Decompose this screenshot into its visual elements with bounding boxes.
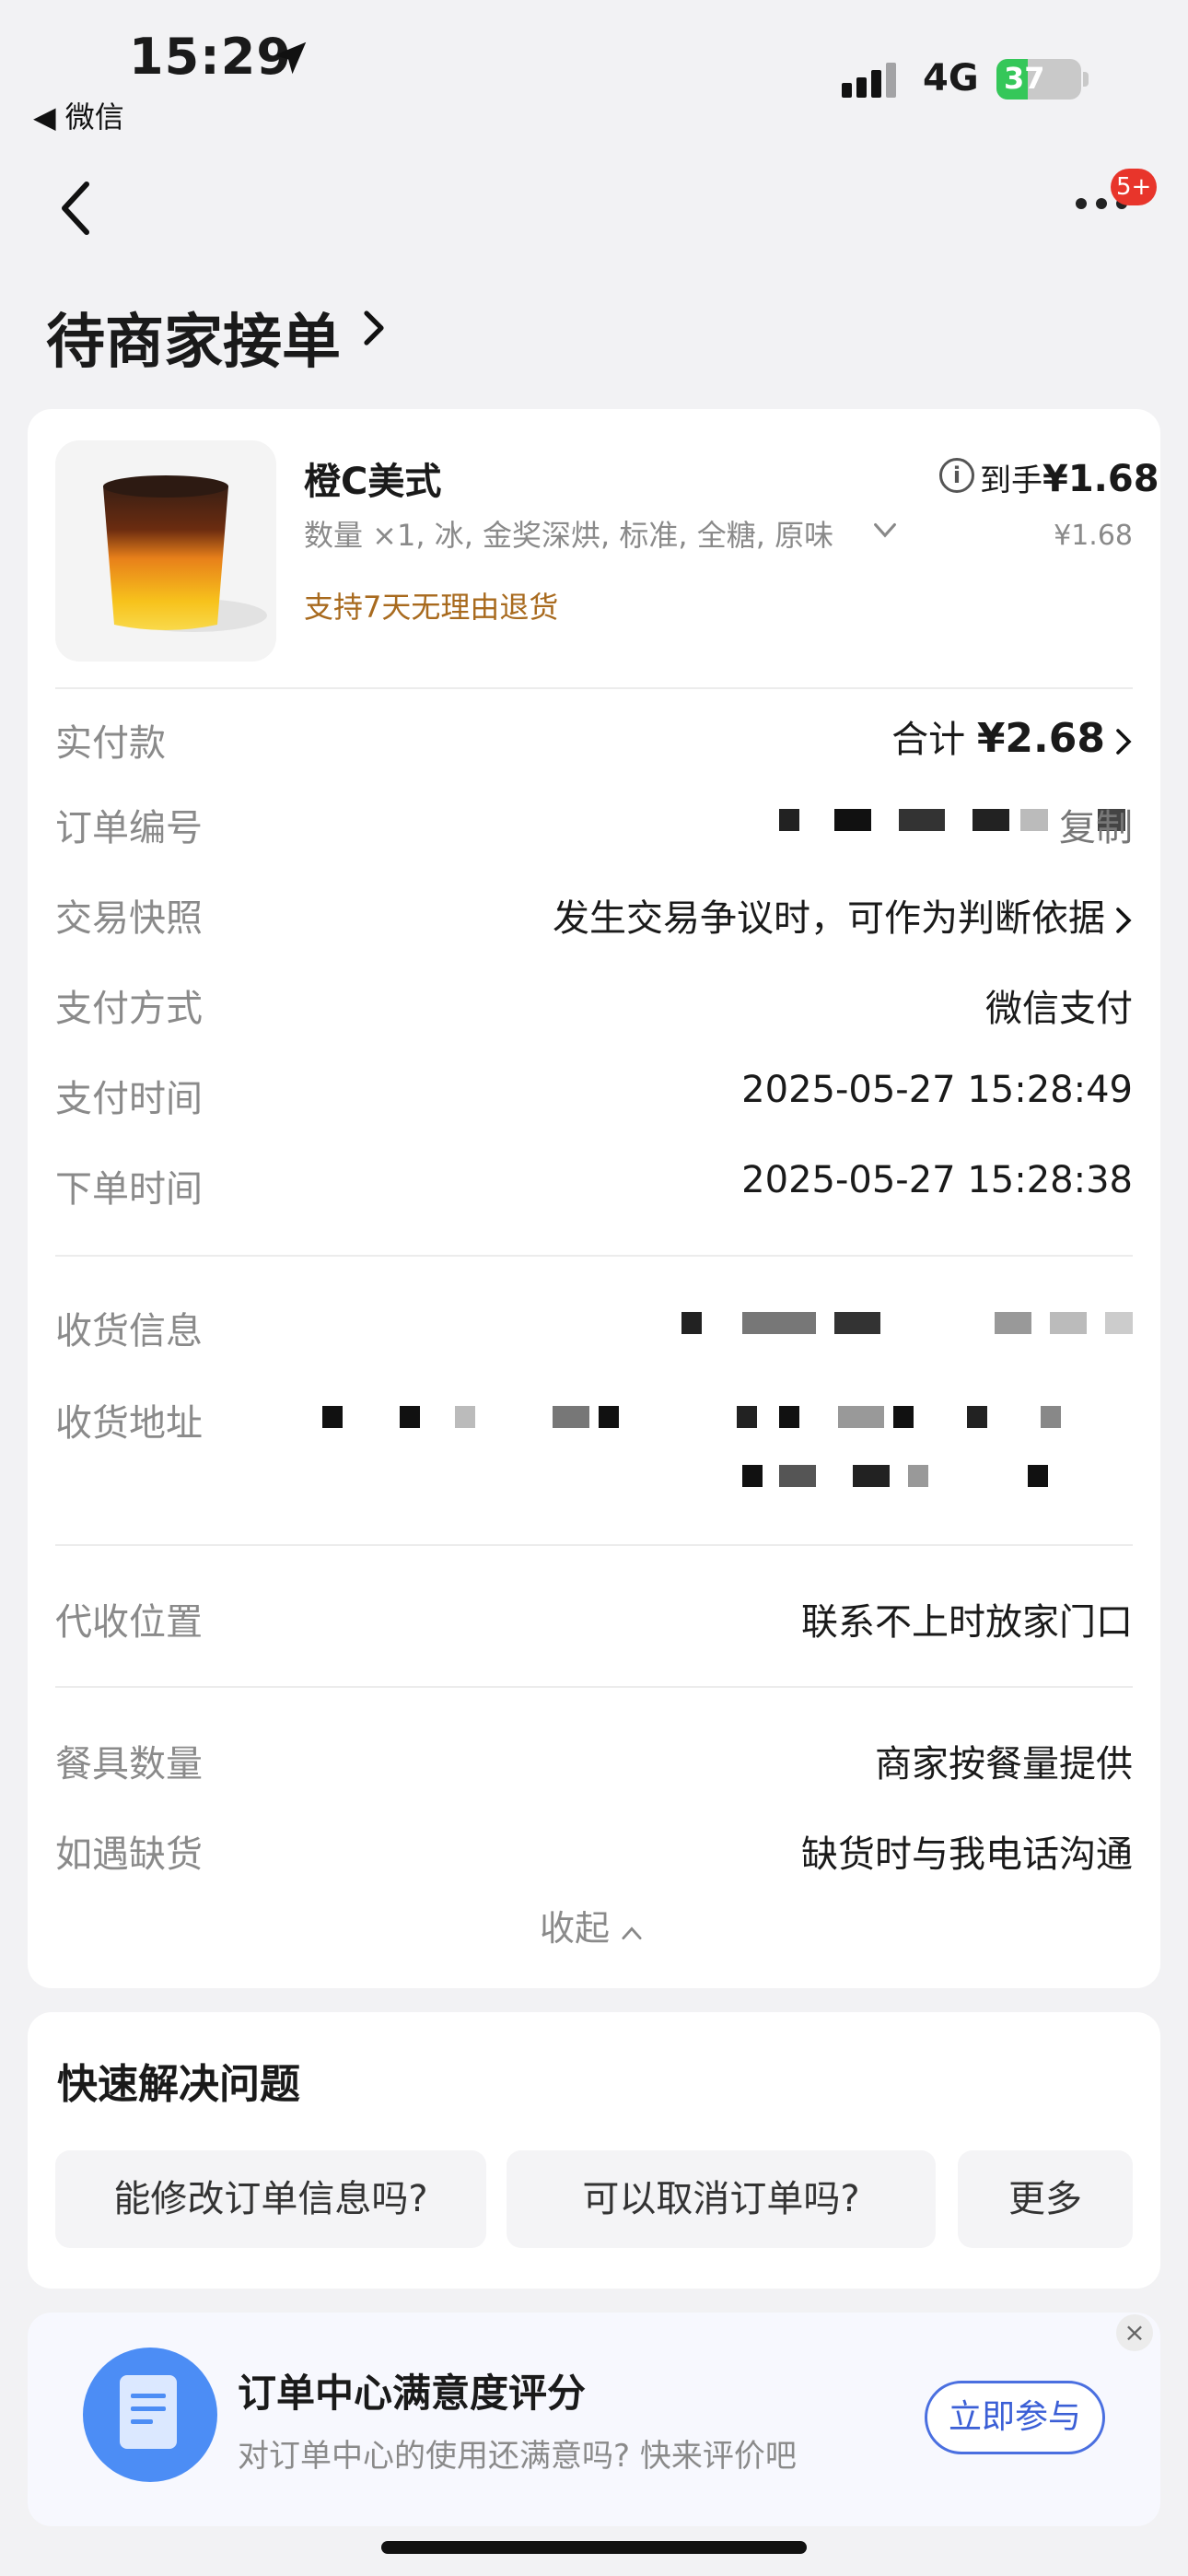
paid-total[interactable]: 合计 ¥2.68 [891, 709, 1133, 763]
redacted-address-line-2 [737, 1465, 1133, 1487]
back-to-app-link[interactable]: ◀ 微信 [33, 94, 124, 136]
snapshot-link[interactable]: 发生交易争议时，可作为判断依据 [553, 888, 1133, 942]
status-time: 15:29 [129, 28, 292, 86]
chip-cancel-order[interactable]: 可以取消订单吗? [507, 2150, 936, 2248]
pay-method-value: 微信支付 [985, 988, 1133, 1030]
utensils-value: 商家按餐量提供 [875, 1743, 1133, 1786]
pay-method-label: 支付方式 [55, 988, 203, 1030]
signal-icon [842, 63, 901, 98]
snapshot-label: 交易快照 [55, 897, 203, 940]
document-icon [83, 2348, 217, 2482]
chevron-right-icon [1116, 907, 1132, 933]
back-icon[interactable] [57, 181, 94, 236]
redacted-recipient [681, 1312, 1133, 1334]
coffee-cup-icon [103, 475, 267, 632]
received-label: 到手 [980, 463, 1042, 499]
recipient-label: 收货信息 [55, 1310, 203, 1352]
chevron-right-icon[interactable] [363, 310, 385, 346]
divider [55, 1686, 1133, 1688]
quick-resolve-title: 快速解决问题 [57, 2061, 300, 2108]
pay-time-label: 支付时间 [55, 1078, 203, 1120]
order-time-value: 2025-05-27 15:28:38 [741, 1159, 1133, 1201]
snapshot-text: 发生交易争议时，可作为判断依据 [553, 897, 1105, 940]
chip-more[interactable]: 更多 [958, 2150, 1133, 2248]
survey-title: 订单中心满意度评分 [238, 2371, 587, 2416]
order-time-label: 下单时间 [55, 1168, 203, 1211]
copy-button[interactable]: 复制 [1059, 798, 1133, 851]
pay-time-value: 2025-05-27 15:28:49 [741, 1069, 1133, 1111]
location-arrow-icon [274, 41, 307, 75]
utensils-label: 餐具数量 [55, 1743, 203, 1786]
proxy-label: 代收位置 [55, 1601, 203, 1644]
join-survey-button[interactable]: 立即参与 [925, 2381, 1105, 2454]
order-no-label: 订单编号 [55, 807, 203, 849]
survey-subtitle: 对订单中心的使用还满意吗? 快来评价吧 [238, 2438, 797, 2475]
battery-level: 37 [1004, 61, 1045, 96]
product-image[interactable] [55, 440, 276, 662]
paid-prefix: 合计 [891, 719, 977, 761]
home-indicator[interactable] [381, 2541, 807, 2554]
proxy-value: 联系不上时放家门口 [801, 1601, 1133, 1644]
received-amount: ¥1.68 [1042, 458, 1159, 500]
collapse-label: 收起 [540, 1908, 611, 1949]
chevron-up-icon [622, 1926, 642, 1940]
battery-icon: 37 [996, 59, 1081, 100]
close-icon[interactable]: × [1116, 2314, 1153, 2351]
network-type: 4G [923, 57, 979, 100]
page-title[interactable]: 待商家接单 [46, 295, 341, 380]
stockout-value: 缺货时与我电话沟通 [801, 1833, 1133, 1876]
divider [55, 1255, 1133, 1257]
unit-price: ¥1.68 [1054, 520, 1133, 552]
redacted-address-line-1 [304, 1406, 1133, 1428]
chip-modify-order[interactable]: 能修改订单信息吗? [55, 2150, 486, 2248]
product-spec[interactable]: 数量 ×1, 冰, 金奖深烘, 标准, 全糖, 原味 [304, 512, 875, 555]
divider [55, 1544, 1133, 1546]
collapse-button[interactable]: 收起 [540, 1900, 643, 1950]
notification-badge: 5+ [1111, 169, 1158, 205]
paid-amount: ¥2.68 [976, 715, 1105, 762]
refund-note: 支持7天无理由退货 [304, 590, 559, 625]
chevron-right-icon [1116, 729, 1132, 755]
info-icon[interactable]: i [939, 458, 974, 493]
product-name[interactable]: 橙C美式 [304, 451, 441, 505]
divider [55, 687, 1133, 689]
received-price: 到手¥1.68 [980, 455, 1159, 500]
paid-label: 实付款 [55, 722, 166, 765]
stockout-label: 如遇缺货 [55, 1833, 203, 1876]
address-label: 收货地址 [55, 1402, 203, 1445]
chevron-down-icon[interactable] [873, 521, 897, 540]
battery-tip [1083, 72, 1089, 87]
